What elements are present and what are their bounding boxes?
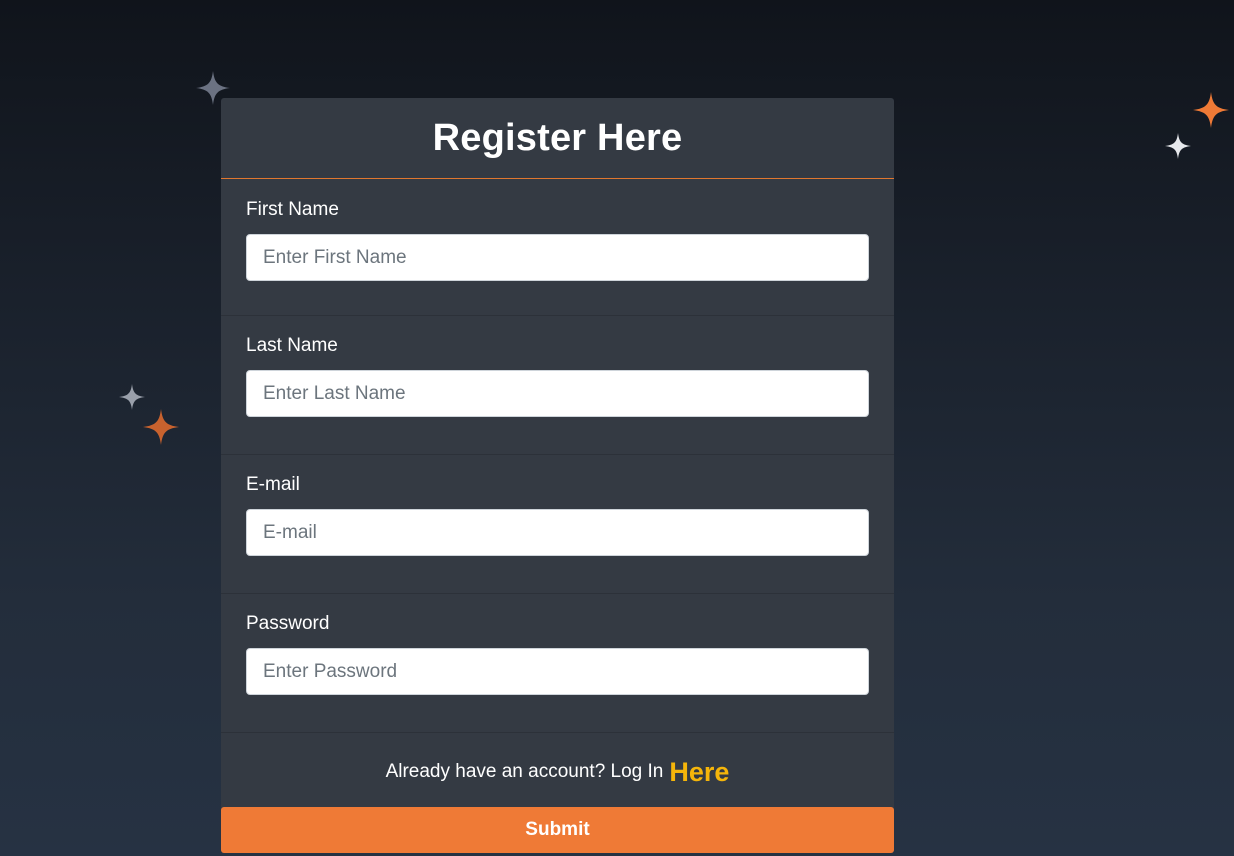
page-title: Register Here bbox=[432, 116, 683, 159]
submit-button[interactable]: Submit bbox=[221, 807, 894, 853]
password-input[interactable] bbox=[246, 648, 869, 695]
register-card: Register Here First Name Last Name E-mai… bbox=[221, 98, 894, 853]
last-name-label: Last Name bbox=[246, 335, 338, 356]
login-prompt-text: Already have an account? Log In bbox=[385, 761, 664, 782]
sparkle-icon bbox=[1165, 133, 1191, 159]
sparkle-icon bbox=[119, 384, 145, 410]
card-header: Register Here bbox=[221, 98, 894, 179]
login-prompt-row: Already have an account? Log In Here bbox=[221, 733, 894, 807]
email-label: E-mail bbox=[246, 474, 300, 495]
password-group: Password bbox=[221, 594, 894, 733]
first-name-label: First Name bbox=[246, 199, 339, 220]
email-group: E-mail bbox=[221, 455, 894, 594]
last-name-group: Last Name bbox=[221, 316, 894, 455]
first-name-input[interactable] bbox=[246, 234, 869, 281]
login-link[interactable]: Here bbox=[669, 757, 729, 788]
sparkle-icon bbox=[1193, 92, 1229, 128]
sparkle-icon bbox=[143, 409, 179, 445]
first-name-group: First Name bbox=[221, 179, 894, 316]
last-name-input[interactable] bbox=[246, 370, 869, 417]
password-label: Password bbox=[246, 613, 330, 634]
email-input[interactable] bbox=[246, 509, 869, 556]
